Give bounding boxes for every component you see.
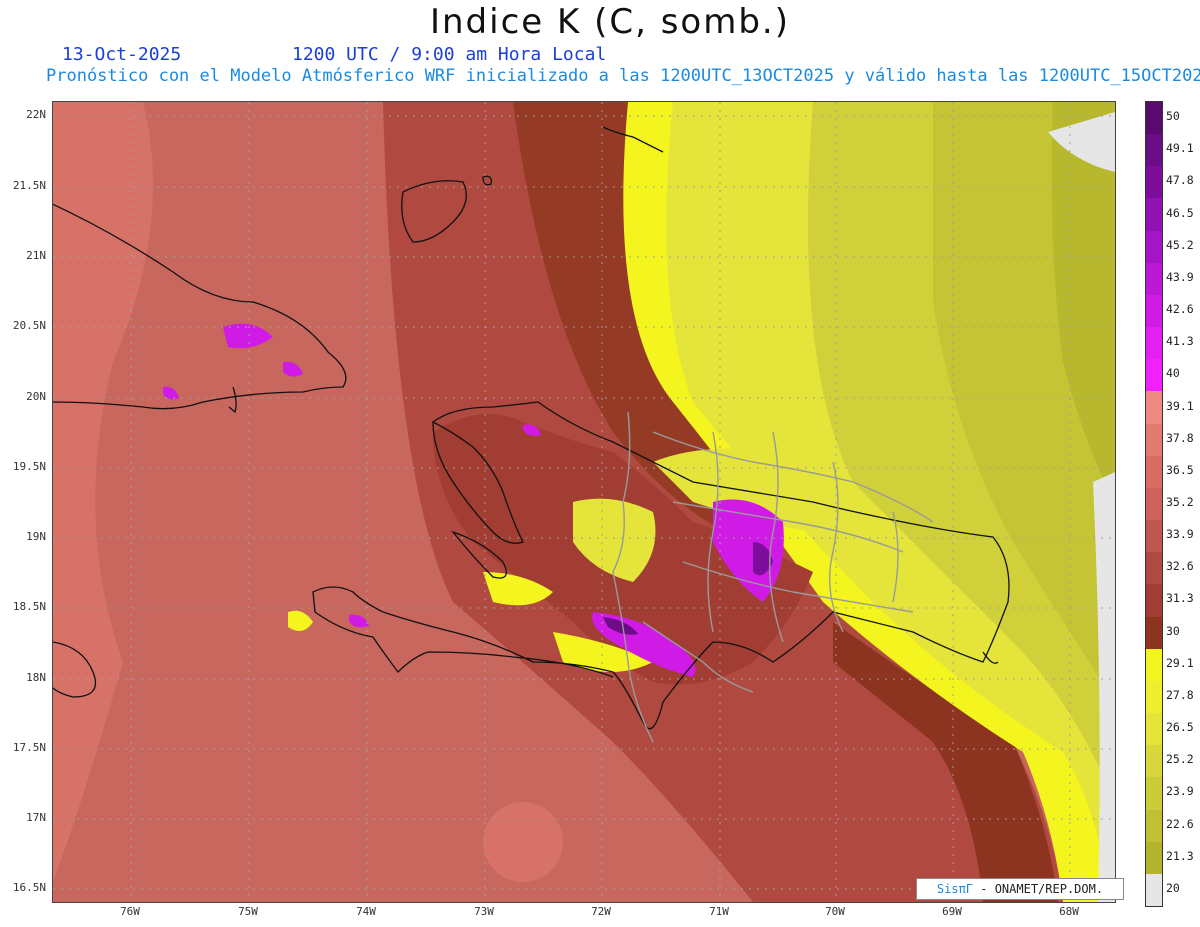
colorbar-swatch: [1146, 294, 1162, 328]
colorbar-swatch: [1146, 584, 1162, 618]
colorbar-label: 45.2: [1166, 237, 1194, 252]
colorbar-swatch: [1146, 198, 1162, 232]
page-title: Indice K (C, somb.): [429, 2, 791, 42]
colorbar-label: 49.1: [1166, 141, 1194, 156]
lat-label: 17.5N: [12, 741, 46, 754]
lon-label: 76W: [120, 905, 140, 918]
lat-label: 20N: [26, 390, 46, 403]
colorbar-swatch: [1146, 262, 1162, 296]
colorbar-swatch: [1146, 777, 1162, 811]
colorbar-swatch: [1146, 487, 1162, 521]
colorbar-label: 50: [1166, 109, 1180, 124]
colorbar-label: 35.2: [1166, 495, 1194, 509]
lat-label: 16.5N: [12, 881, 46, 894]
colorbar-swatch: [1146, 841, 1162, 875]
colorbar-label: 30: [1166, 623, 1180, 638]
lat-label: 21.5N: [12, 179, 46, 192]
colorbar-swatch: [1146, 520, 1162, 553]
colorbar-swatch: [1146, 102, 1162, 135]
lon-label: 73W: [474, 905, 494, 918]
lat-label: 22N: [26, 108, 46, 121]
k-index-map: [52, 101, 1116, 903]
colorbar: [1145, 101, 1163, 907]
colorbar-label: 33.9: [1166, 527, 1194, 542]
credit-brand: SisπΓ: [936, 882, 974, 896]
colorbar-swatch: [1146, 713, 1162, 746]
colorbar-swatch: [1146, 327, 1162, 360]
colorbar-swatch: [1146, 680, 1162, 714]
lat-label: 20.5N: [12, 319, 46, 332]
forecast-info: Pronóstico con el Modelo Atmósferico WRF…: [46, 66, 1200, 86]
colorbar-label: 37.8: [1166, 430, 1194, 445]
lon-label: 74W: [356, 905, 376, 918]
colorbar-swatch: [1146, 616, 1162, 650]
forecast-time: 1200 UTC / 9:00 am Hora Local: [292, 44, 607, 65]
colorbar-swatch: [1146, 423, 1162, 457]
lat-label: 19.5N: [12, 460, 46, 473]
map-canvas: [53, 102, 1115, 902]
colorbar-label: 21.3: [1166, 848, 1194, 863]
lon-label: 71W: [709, 905, 729, 918]
colorbar-swatch: [1146, 809, 1162, 843]
colorbar-swatch: [1146, 552, 1162, 585]
lon-label: 69W: [942, 905, 962, 918]
lat-label: 19N: [26, 530, 46, 543]
colorbar-label: 41.3: [1166, 334, 1194, 349]
colorbar-swatch: [1146, 391, 1162, 425]
credit-box: SisπΓ - ONAMET/REP.DOM.: [916, 878, 1124, 900]
colorbar-label: 47.8: [1166, 173, 1194, 188]
colorbar-label: 43.9: [1166, 269, 1194, 284]
colorbar-swatch: [1146, 455, 1162, 489]
colorbar-swatch: [1146, 134, 1162, 167]
lat-label: 17N: [26, 811, 46, 824]
colorbar-label: 26.5: [1166, 720, 1194, 735]
colorbar-label: 25.2: [1166, 752, 1194, 767]
colorbar-label: 32.6: [1166, 559, 1194, 574]
colorbar-label: 31.3: [1166, 591, 1194, 606]
colorbar-label: 39.1: [1166, 398, 1194, 413]
colorbar-swatch: [1146, 166, 1162, 199]
colorbar-label: 42.6: [1166, 302, 1194, 317]
colorbar-swatch: [1146, 745, 1162, 778]
lat-label: 21N: [26, 249, 46, 262]
colorbar-label: 27.8: [1166, 687, 1194, 702]
credit-text: - ONAMET/REP.DOM.: [973, 882, 1104, 896]
lon-label: 68W: [1059, 905, 1079, 918]
colorbar-label: 40: [1166, 366, 1180, 381]
colorbar-swatch: [1146, 359, 1162, 392]
colorbar-label: 46.5: [1166, 205, 1194, 220]
colorbar-swatch: [1146, 648, 1162, 682]
colorbar-swatch: [1146, 873, 1162, 907]
lon-label: 72W: [591, 905, 611, 918]
colorbar-label: 20: [1166, 880, 1180, 895]
lon-label: 75W: [238, 905, 258, 918]
lat-label: 18.5N: [12, 600, 46, 613]
colorbar-label: 23.9: [1166, 784, 1194, 799]
colorbar-label: 29.1: [1166, 655, 1194, 670]
lat-label: 18N: [26, 671, 46, 684]
forecast-date: 13-Oct-2025: [62, 44, 182, 65]
lon-label: 70W: [825, 905, 845, 918]
colorbar-swatch: [1146, 230, 1162, 264]
colorbar-label: 36.5: [1166, 462, 1194, 477]
colorbar-label: 22.6: [1166, 816, 1194, 831]
